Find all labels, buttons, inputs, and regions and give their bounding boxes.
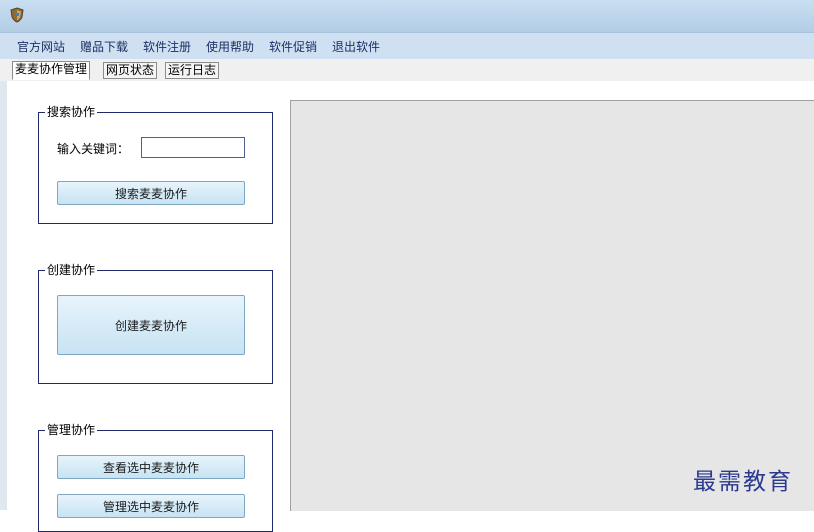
keyword-label: 输入关键词： bbox=[57, 142, 130, 156]
view-selected-collab-button[interactable]: 查看选中麦麦协作 bbox=[57, 455, 245, 479]
search-group-legend: 搜索协作 bbox=[45, 105, 98, 119]
manage-selected-collab-button[interactable]: 管理选中麦麦协作 bbox=[57, 494, 245, 518]
menu-help[interactable]: 使用帮助 bbox=[206, 38, 254, 55]
menu-gift-download[interactable]: 赠品下载 bbox=[80, 38, 128, 55]
tab-strip: 麦麦协作管理 网页状态 运行日志 bbox=[0, 59, 814, 81]
app-shield-icon bbox=[10, 7, 24, 23]
tab-collab-manage[interactable]: 麦麦协作管理 bbox=[12, 61, 91, 80]
create-group-legend: 创建协作 bbox=[45, 263, 98, 277]
create-collab-button-label: 创建麦麦协作 bbox=[114, 318, 187, 333]
menu-bar: 官方网站 赠品下载 软件注册 使用帮助 软件促销 退出软件 bbox=[0, 33, 814, 59]
details-panel bbox=[290, 100, 814, 511]
menu-exit[interactable]: 退出软件 bbox=[332, 38, 380, 55]
create-groupbox: 创建协作 创建麦麦协作 bbox=[38, 263, 273, 384]
search-groupbox: 搜索协作 输入关键词： 搜索麦麦协作 bbox=[38, 105, 273, 224]
menu-official-site[interactable]: 官方网站 bbox=[17, 38, 65, 55]
keyword-input[interactable] bbox=[141, 137, 245, 158]
menu-software-register[interactable]: 软件注册 bbox=[143, 38, 191, 55]
view-selected-collab-button-label: 查看选中麦麦协作 bbox=[102, 460, 199, 475]
manage-group-legend: 管理协作 bbox=[45, 423, 98, 437]
watermark-text: 最需教育 bbox=[693, 469, 793, 495]
create-collab-button[interactable]: 创建麦麦协作 bbox=[57, 295, 245, 355]
tab-run-log[interactable]: 运行日志 bbox=[165, 62, 220, 79]
title-bar bbox=[0, 0, 814, 33]
search-collab-button[interactable]: 搜索麦麦协作 bbox=[57, 181, 245, 205]
manage-groupbox: 管理协作 查看选中麦麦协作 管理选中麦麦协作 bbox=[38, 423, 273, 532]
tab-webpage-status[interactable]: 网页状态 bbox=[103, 62, 158, 79]
menu-promotion[interactable]: 软件促销 bbox=[269, 38, 317, 55]
manage-selected-collab-button-label: 管理选中麦麦协作 bbox=[102, 499, 199, 514]
search-collab-button-label: 搜索麦麦协作 bbox=[114, 186, 187, 201]
